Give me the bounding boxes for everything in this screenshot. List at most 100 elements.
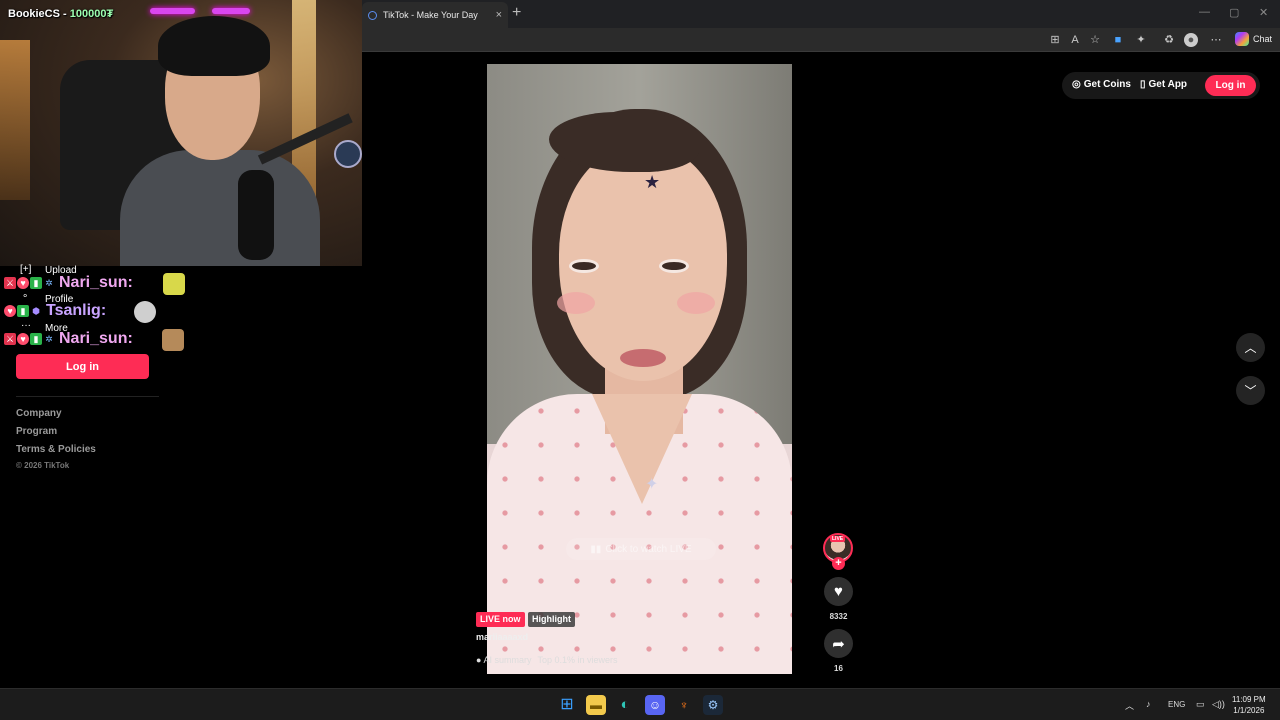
chat-username: Nari_sun:	[59, 274, 133, 291]
chat-username: Tsanlig:	[46, 302, 107, 319]
clock-time: 11:09 PM	[1232, 695, 1266, 704]
phone-icon: ▯	[1140, 79, 1146, 90]
get-app-link[interactable]: ▯ Get App	[1140, 79, 1187, 90]
file-explorer-icon[interactable]: ▬	[586, 695, 606, 715]
tray-chevron-icon[interactable]: ︿	[1125, 699, 1134, 712]
tab-close-button[interactable]: ×	[496, 9, 502, 21]
star-sticker-icon: ★	[644, 172, 661, 192]
game-launcher-icon[interactable]: ♆	[674, 695, 694, 715]
chevron-down-icon: ﹀	[1244, 384, 1257, 398]
shield-badge-icon: ⬢	[32, 306, 40, 316]
click-to-watch-label: Click to watch LIVE	[605, 543, 692, 555]
extensions-puzzle-icon[interactable]: ✦	[1134, 33, 1148, 47]
fan-icon	[334, 140, 362, 168]
clock-date: 1/1/2026	[1233, 706, 1265, 715]
get-coins-label: Get Coins	[1083, 79, 1131, 90]
language-indicator[interactable]: ENG	[1168, 700, 1185, 709]
collections-icon[interactable]: ♻	[1162, 33, 1176, 47]
ai-summary-label: AI summary	[483, 655, 532, 665]
footer-link-company[interactable]: Company	[16, 408, 62, 419]
volume-icon[interactable]: ◁))	[1212, 699, 1225, 710]
browser-tab-bar: TikTok - Make Your Day × + — ▢ ✕	[362, 0, 1280, 28]
audio-bars-icon: ▮▮	[590, 543, 602, 555]
maximize-button[interactable]: ▢	[1229, 6, 1239, 19]
chat-username: Nari_sun:	[59, 330, 133, 347]
footer-link-terms[interactable]: Terms & Policies	[16, 444, 96, 455]
chevron-up-icon: ︿	[1244, 341, 1257, 355]
sword-badge-icon: ⚔	[4, 277, 16, 289]
streamer-label: BookieCS - 100000₮	[8, 8, 114, 20]
browser-toolbar: ⊞ A ☆ ■ ✦ ♻ ● ⋯ Chat	[362, 28, 1280, 52]
heart-icon: ♥	[834, 583, 843, 600]
webcam-overlay: BookieCS - 100000₮	[0, 0, 362, 266]
footer-link-program[interactable]: Program	[16, 426, 57, 437]
chat-label: Chat	[1252, 34, 1272, 44]
streamer-name: BookieCS	[8, 8, 60, 20]
more-options-icon[interactable]: ⋯	[1209, 33, 1223, 47]
heart-badge-icon: ♥	[17, 277, 29, 289]
like-count: 8332	[829, 612, 848, 621]
discord-icon[interactable]: ☺	[645, 695, 665, 715]
heart-badge-icon: ♥	[4, 305, 16, 317]
share-count: 16	[834, 664, 843, 673]
copyright: © 2026 TikTok	[16, 461, 70, 470]
new-tab-button[interactable]: +	[512, 5, 521, 21]
next-video-button[interactable]: ﹀	[1236, 376, 1265, 405]
minimize-button[interactable]: —	[1199, 6, 1210, 18]
windows-taskbar: ⊞ ▬ ◐ ☺ ♆ ⚙ ︿ ♪ ENG ▭ ◁)) 11:09 PM 1/1/2…	[0, 688, 1280, 720]
tiktok-favicon-icon	[368, 10, 377, 20]
copilot-icon	[1234, 32, 1249, 46]
favorite-star-icon[interactable]: ☆	[1088, 33, 1102, 47]
share-arrow-icon: ➦	[832, 635, 845, 653]
sword-badge-icon: ⚔	[4, 333, 16, 345]
system-clock[interactable]: 11:09 PM 1/1/2026	[1232, 694, 1266, 716]
heart-badge-icon: ♥	[17, 333, 29, 345]
profile-icon: ∘	[22, 291, 29, 302]
apps-icon[interactable]: ⊞	[1048, 33, 1062, 47]
chat-message: ⚔ ♥ ▮ ✲ Nari_sun:	[4, 274, 133, 292]
get-app-label: Get App	[1148, 79, 1188, 90]
video-player[interactable]: ★ ✦	[487, 64, 792, 674]
login-button[interactable]: Log in	[16, 354, 149, 379]
extension-icon[interactable]: ■	[1111, 33, 1125, 47]
follow-plus-button[interactable]: +	[832, 557, 845, 570]
tab-title: TikTok - Make Your Day	[383, 10, 478, 20]
profile-avatar-icon[interactable]: ●	[1184, 33, 1198, 47]
emote-icon	[134, 301, 156, 323]
get-coins-link[interactable]: ◎ Get Coins	[1072, 79, 1131, 90]
ai-summary-row[interactable]: ● AI summary Top 0.1% in viewers	[476, 655, 618, 665]
streamer-count: 100000₮	[69, 8, 114, 20]
coin-icon: ◎	[1072, 79, 1081, 90]
emote-icon	[162, 329, 184, 351]
read-aloud-icon[interactable]: A	[1068, 33, 1082, 47]
live-now-badge[interactable]: LIVE now	[476, 612, 525, 627]
ai-summary-icon: ●	[476, 655, 482, 665]
edge-browser-icon[interactable]: ◐	[615, 695, 635, 715]
close-window-button[interactable]: ✕	[1259, 6, 1268, 19]
subscriber-badge-icon: ▮	[30, 333, 42, 345]
video-username[interactable]: mariiaaaaxd	[476, 632, 528, 642]
top-viewers-label: Top 0.1% in viewers	[537, 655, 618, 665]
network-icon[interactable]: ▭	[1196, 699, 1205, 710]
share-button[interactable]: ➦	[824, 629, 853, 658]
like-button[interactable]: ♥	[824, 577, 853, 606]
screen: { "stream": { "streamer_name": "BookieCS…	[0, 0, 1280, 720]
divider	[16, 396, 159, 397]
browser-tab[interactable]: TikTok - Make Your Day ×	[362, 2, 508, 28]
copilot-chat-button[interactable]: Chat	[1234, 32, 1272, 46]
snowflake-badge-icon: ✲	[45, 334, 53, 344]
windows-start-icon[interactable]: ⊞	[557, 695, 577, 715]
live-mini-badge: LIVE	[830, 536, 846, 542]
microphone-icon[interactable]: ♪	[1146, 699, 1151, 709]
steam-icon[interactable]: ⚙	[703, 695, 723, 715]
streamer-shirt	[120, 150, 320, 266]
emote-icon	[163, 273, 185, 295]
previous-video-button[interactable]: ︿	[1236, 333, 1265, 362]
snowflake-badge-icon: ✲	[45, 278, 53, 288]
subscriber-badge-icon: ▮	[17, 305, 29, 317]
chat-message: ⚔ ♥ ▮ ✲ Nari_sun:	[4, 330, 133, 348]
necklace-icon: ✦	[645, 476, 659, 493]
microphone	[238, 170, 274, 260]
header-login-button[interactable]: Log in	[1205, 75, 1256, 96]
click-to-watch-live-button[interactable]: ▮▮ Click to watch LIVE	[566, 538, 716, 560]
